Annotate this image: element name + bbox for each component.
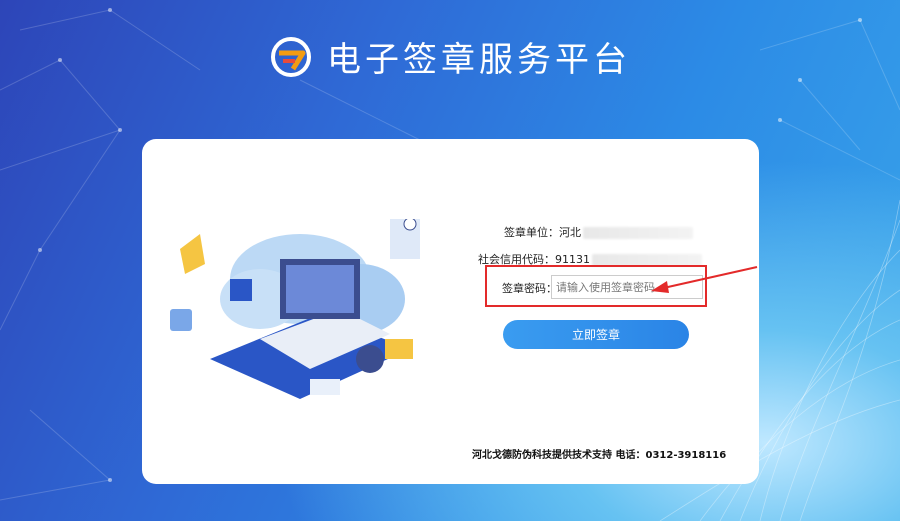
phone-label: 电话： (615, 450, 646, 461)
support-text: 河北戈德防伪科技提供技术支持 (472, 450, 612, 461)
annotation-arrow-icon (651, 266, 758, 293)
sign-unit-label: 签章单位： (504, 226, 559, 239)
sign-unit-value: 河北 (559, 226, 581, 239)
app-title: 电子签章服务平台 (327, 40, 631, 80)
sign-unit-row: 签章单位：河北 (504, 224, 693, 240)
logo-icon (271, 36, 311, 77)
sign-now-button[interactable]: 立即签章 (503, 320, 689, 349)
phone-number: 0312-3918116 (645, 450, 727, 461)
sign-card: 签章单位：河北 社会信用代码：91131 签章密码： 立即签章 河北戈德防伪科技… (142, 139, 759, 484)
illustration-cloud-computing (170, 219, 420, 399)
redacted-area (583, 227, 693, 239)
footer-support: 河北戈德防伪科技提供技术支持 电话：0312-3918116 (472, 446, 726, 461)
header: 电子签章服务平台 (0, 32, 900, 81)
